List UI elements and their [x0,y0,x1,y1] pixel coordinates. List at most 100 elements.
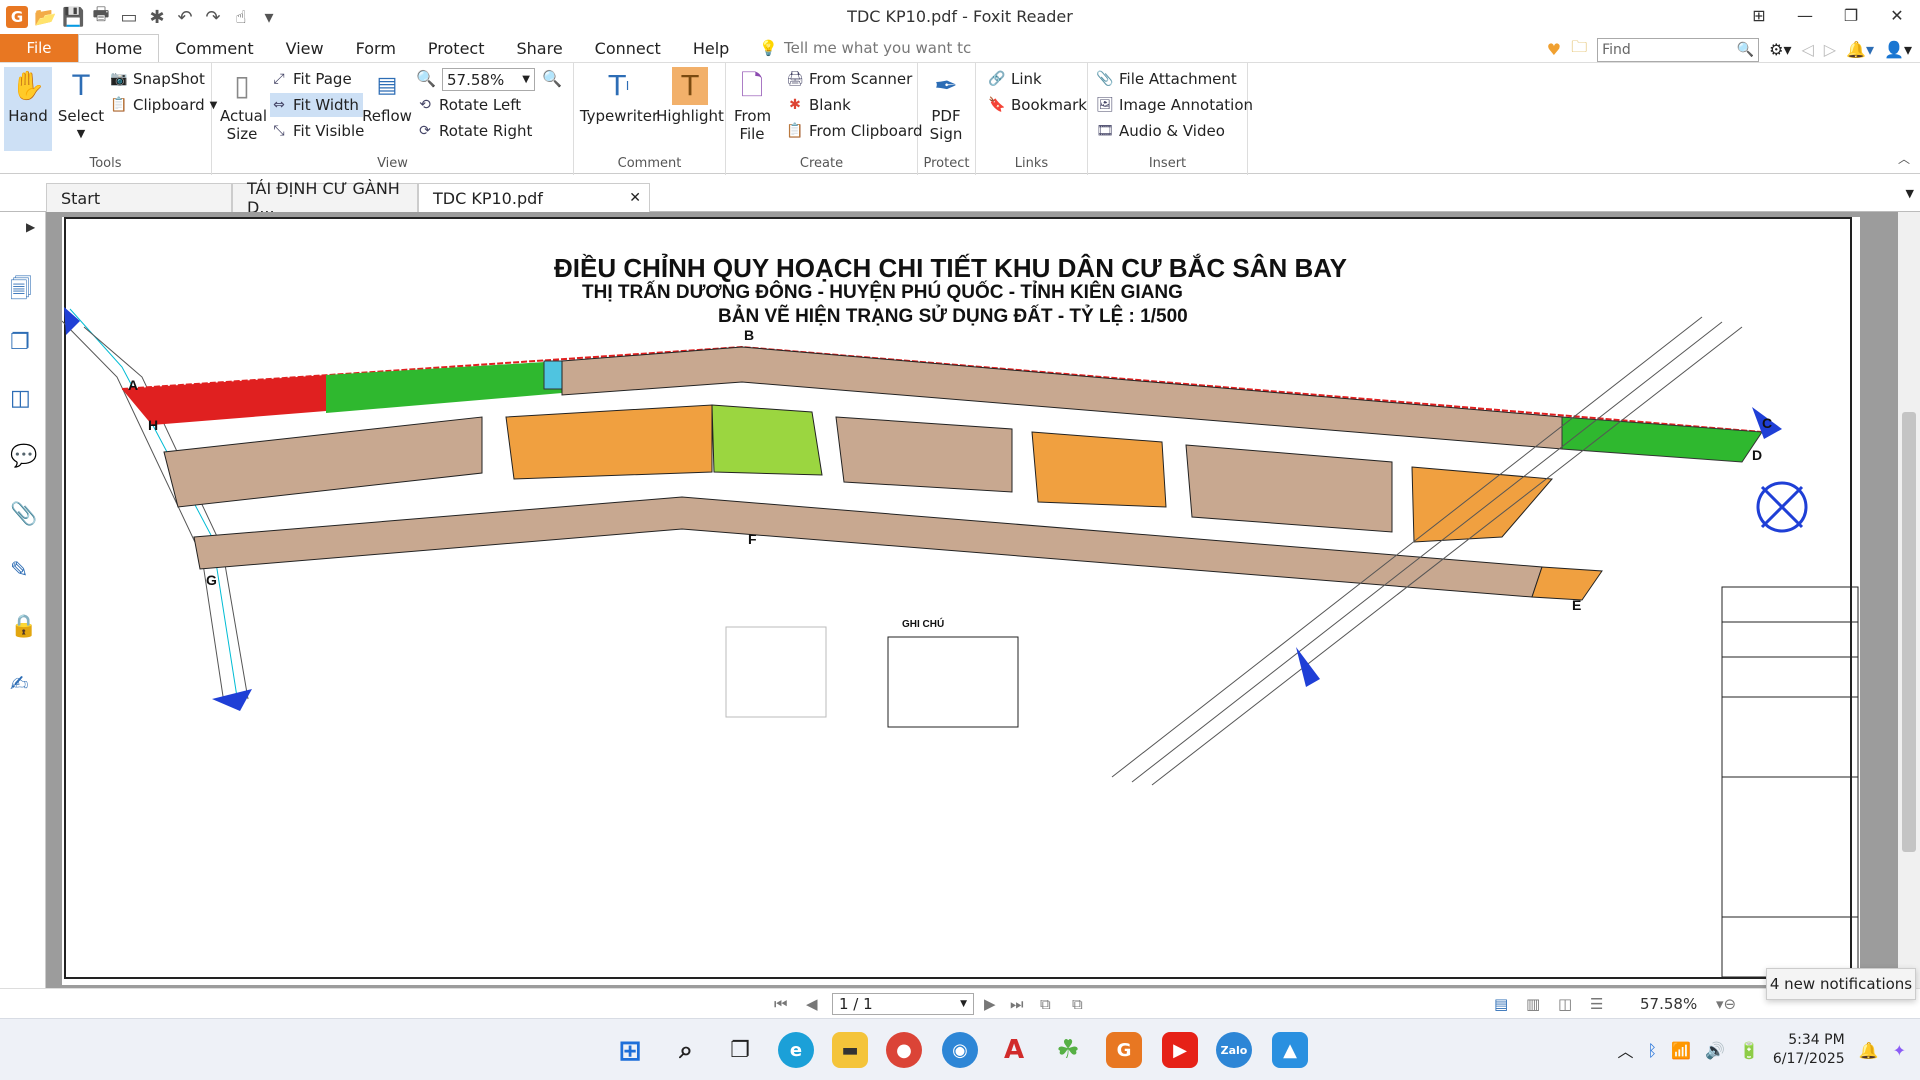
link-button[interactable]: 🔗 Link [988,67,1041,91]
hand-tool-button[interactable]: ✋ Hand [4,67,52,151]
tab-view[interactable]: View [270,34,340,62]
wifi-icon[interactable]: 📶 [1671,1041,1691,1060]
rotate-left-button[interactable]: ⟲ Rotate Left [416,93,521,117]
open-folder-icon[interactable]: 📂 [34,7,56,28]
tab-form[interactable]: Form [340,34,412,62]
zalo-icon[interactable]: Zalo [1216,1032,1252,1068]
windows-start-icon[interactable]: ⊞ [612,1032,648,1068]
chrome-icon[interactable]: ● [886,1032,922,1068]
next-view-icon[interactable]: ⧉ [1072,995,1083,1013]
page-thumbnails-icon[interactable]: 🗐 [10,272,32,310]
close-icon[interactable]: ✕ [629,190,641,206]
reflow-button[interactable]: ▤ Reflow [362,67,412,126]
next-page-icon[interactable]: ▶ [984,995,996,1013]
redo-icon[interactable]: ↷ [202,7,224,28]
foxit-taskbar-icon[interactable]: G [1106,1032,1142,1068]
volume-icon[interactable]: 🔊 [1705,1041,1725,1060]
zoom-out-circle-icon[interactable]: ▾⊖ [1716,995,1736,1013]
find-input[interactable]: Find 🔍 [1597,37,1760,62]
photos-icon[interactable]: ▲ [1272,1032,1308,1068]
previous-view-icon[interactable]: ⧉ [1040,995,1051,1013]
zoom-select[interactable]: 57.58% ▼ [442,68,535,91]
hand-tool-icon[interactable]: ☝ [230,7,252,28]
notification-toast[interactable]: 4 new notifications [1766,968,1916,1000]
tab-help[interactable]: Help [677,34,745,62]
continuous-facing-icon[interactable]: ☰ [1590,995,1603,1013]
tell-me-search[interactable]: 💡 Tell me what you want tc [759,39,971,57]
from-file-button[interactable]: 🗋 From File [734,67,771,144]
single-page-icon[interactable]: ▤ [1494,995,1508,1013]
foxit-app-icon[interactable]: G [6,6,28,28]
security-lock-icon[interactable]: 🔒 [10,614,37,639]
vertical-scrollbar[interactable] [1898,212,1920,988]
attachments-icon[interactable]: 📎 [10,502,37,527]
rotate-right-button[interactable]: ⟳ Rotate Right [416,119,532,143]
layers-icon[interactable]: ◫ [10,386,31,411]
bluetooth-icon[interactable]: ᛒ [1648,1041,1658,1060]
task-view-icon[interactable]: ❐ [722,1032,758,1068]
last-page-icon[interactable]: ⏭ [1010,995,1024,1013]
fit-visible-button[interactable]: ⤡ Fit Visible [270,119,364,143]
fit-width-button[interactable]: ⇔ Fit Width [270,93,363,117]
signature-panel-icon[interactable]: ✎ [10,558,28,583]
collapse-ribbon-icon[interactable]: ︿ [1898,150,1910,167]
highlight-button[interactable]: T Highlight [656,67,724,125]
battery-icon[interactable]: 🔋 [1739,1041,1759,1060]
search-icon[interactable]: ⌕ [668,1032,704,1068]
from-clipboard-button[interactable]: 📋 From Clipboard [786,119,922,143]
from-scanner-button[interactable]: 🖨 From Scanner [786,67,912,91]
select-tool-button[interactable]: Ｔ Select ▼ [56,67,106,143]
save-icon[interactable]: 💾 [62,7,84,28]
minimize-button[interactable]: — [1782,0,1828,30]
zoom-out-icon[interactable]: 🔍 [416,69,436,88]
acrobat-icon[interactable]: A [996,1032,1032,1068]
tab-list-dropdown-icon[interactable]: ▼ [1906,187,1914,200]
file-explorer-icon[interactable]: ▬ [832,1032,868,1068]
restore-layout-icon[interactable]: ⊞ [1736,0,1782,30]
tab-start[interactable]: Start [46,183,232,212]
pdf-sign-button[interactable]: ✒ PDF Sign [926,67,966,144]
maximize-button[interactable]: ❐ [1828,0,1874,30]
system-clock[interactable]: 5:34 PM 6/17/2025 [1773,1031,1845,1069]
notification-bell-icon[interactable]: 🔔 [1859,1041,1879,1060]
print-icon[interactable]: 🖶 [90,2,112,32]
tab-tdc-kp10[interactable]: TDC KP10.pdf ✕ [418,183,650,212]
gear-icon[interactable]: ⚙▾ [1769,40,1791,59]
new-icon[interactable]: ✱ [146,7,168,28]
comments-icon[interactable]: 💬 [10,444,37,469]
customize-quick-access-icon[interactable]: ▾ [258,7,280,28]
tab-home[interactable]: Home [78,34,160,62]
tab-tai-dinh-cu[interactable]: TÁI ĐỊNH CƯ GÀNH D... [232,179,418,217]
tab-share[interactable]: Share [501,34,579,62]
show-hidden-icons-icon[interactable]: ︿ [1617,1038,1633,1062]
tab-protect[interactable]: Protect [412,34,501,62]
status-zoom-value[interactable]: 57.58% [1640,995,1697,1013]
search-folder-icon[interactable]: 🗀 [1571,36,1587,63]
tab-comment[interactable]: Comment [159,34,269,62]
blank-button[interactable]: ✱ Blank [786,93,851,117]
file-attachment-button[interactable]: 📎 File Attachment [1096,67,1237,91]
remote-desktop-icon[interactable]: ◉ [942,1032,978,1068]
next-result-icon[interactable]: ▷ [1824,40,1836,59]
clipboard-button[interactable]: 📋 Clipboard ▼ [110,93,217,117]
audio-video-button[interactable]: 🎞 Audio & Video [1096,119,1225,143]
actual-size-button[interactable]: ▯ Actual Size [220,67,267,144]
continuous-page-icon[interactable]: ▥ [1526,995,1540,1013]
previous-result-icon[interactable]: ◁ [1801,40,1813,59]
green-app-icon[interactable]: ☘ [1050,1032,1086,1068]
page-number-select[interactable]: 1 / 1 ▼ [832,993,974,1015]
scrollbar-thumb[interactable] [1902,412,1916,852]
youtube-icon[interactable]: ▶ [1162,1032,1198,1068]
expand-panel-icon[interactable]: ▶ [26,220,35,234]
heart-icon[interactable]: ♥ [1547,40,1561,59]
fit-page-button[interactable]: ⤢ Fit Page [270,67,351,91]
pages-icon[interactable]: ❐ [10,330,30,355]
zoom-in-icon[interactable]: 🔍 [542,69,562,88]
edge-browser-icon[interactable]: e [778,1032,814,1068]
document-viewport[interactable]: ĐIỀU CHỈNH QUY HOẠCH CHI TIẾT KHU DÂN CƯ… [46,212,1898,988]
file-menu[interactable]: File [0,34,78,62]
snapshot-button[interactable]: 📷 SnapShot [110,67,205,91]
bookmark-button[interactable]: 🔖 Bookmark [988,93,1087,117]
content-edit-icon[interactable]: ✍ [10,672,28,697]
image-annotation-button[interactable]: 🖼 Image Annotation [1096,93,1253,117]
